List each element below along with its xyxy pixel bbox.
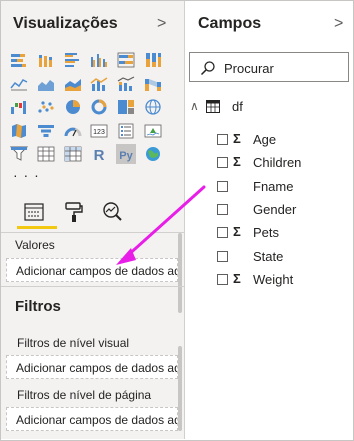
field-name: Weight bbox=[253, 272, 294, 287]
field-checkbox[interactable] bbox=[217, 274, 228, 285]
scatter-chart-icon[interactable] bbox=[36, 97, 57, 117]
values-drop-zone[interactable]: Adicionar campos de dados aqui bbox=[6, 258, 178, 282]
gauge-icon[interactable] bbox=[62, 121, 83, 141]
chevron-right-icon[interactable]: > bbox=[334, 15, 343, 33]
line-and-column-chart-icon[interactable] bbox=[89, 74, 110, 94]
sigma-icon: Σ bbox=[233, 271, 241, 286]
more-visuals-button[interactable]: · · · bbox=[13, 167, 40, 183]
page-filters-label: Filtros de nível de página bbox=[17, 388, 152, 402]
format-tab[interactable] bbox=[61, 199, 87, 225]
fields-well-icon bbox=[24, 203, 44, 221]
100-stacked-bar-chart-icon[interactable] bbox=[116, 50, 137, 70]
sigma-icon: Σ bbox=[233, 224, 241, 239]
field-checkbox[interactable] bbox=[217, 181, 228, 192]
field-name: Pets bbox=[253, 225, 280, 240]
page-filters-drop-zone[interactable]: Adicionar campos de dados aqui bbox=[6, 407, 178, 431]
field-row[interactable]: Fname bbox=[186, 177, 346, 197]
donut-chart-icon[interactable] bbox=[89, 97, 110, 117]
line-chart-icon[interactable] bbox=[9, 74, 30, 94]
fields-tab[interactable] bbox=[21, 199, 47, 225]
clustered-bar-chart-icon[interactable] bbox=[62, 50, 83, 70]
clustered-column-chart-icon[interactable] bbox=[89, 50, 110, 70]
line-and-stacked-column-chart-icon[interactable] bbox=[116, 74, 137, 94]
kpi-icon[interactable] bbox=[142, 121, 163, 141]
analytics-tab[interactable] bbox=[99, 199, 125, 225]
filled-map-icon[interactable] bbox=[9, 121, 30, 141]
multi-row-card-icon[interactable] bbox=[116, 121, 137, 141]
selected-tab-indicator bbox=[17, 226, 57, 229]
field-checkbox[interactable] bbox=[217, 251, 228, 262]
stacked-area-chart-icon[interactable] bbox=[62, 74, 83, 94]
table-visual-icon[interactable] bbox=[36, 144, 57, 164]
arcgis-map-icon[interactable] bbox=[142, 144, 163, 164]
field-row[interactable]: Σ Age bbox=[186, 130, 346, 150]
field-checkbox[interactable] bbox=[217, 227, 228, 238]
search-input[interactable] bbox=[224, 59, 342, 77]
svg-text:Py: Py bbox=[119, 150, 133, 162]
scrollbar[interactable] bbox=[178, 346, 182, 431]
visualizations-pane: Visualizações > 123 R Py · · · Valores A… bbox=[1, 1, 185, 439]
chevron-right-icon[interactable]: > bbox=[157, 15, 166, 33]
stacked-bar-chart-icon[interactable] bbox=[9, 50, 30, 70]
scrollbar[interactable] bbox=[178, 233, 182, 313]
field-name: Gender bbox=[253, 202, 297, 217]
search-icon bbox=[200, 61, 215, 76]
sigma-icon: Σ bbox=[233, 131, 241, 146]
ribbon-chart-icon[interactable] bbox=[142, 74, 163, 94]
tabs-divider bbox=[1, 232, 184, 233]
pie-chart-icon[interactable] bbox=[62, 97, 83, 117]
waterfall-chart-icon[interactable] bbox=[9, 97, 30, 117]
r-visual-icon[interactable]: R bbox=[89, 144, 110, 164]
matrix-icon[interactable] bbox=[62, 144, 83, 164]
visual-gallery-row: 123 bbox=[9, 121, 169, 145]
field-row[interactable]: Σ Weight bbox=[186, 270, 346, 290]
table-name: df bbox=[232, 99, 243, 114]
slicer-icon[interactable] bbox=[9, 144, 30, 164]
paint-roller-icon bbox=[65, 202, 83, 222]
fields-title: Campos bbox=[198, 15, 262, 32]
map-icon[interactable] bbox=[142, 97, 163, 117]
python-visual-icon[interactable]: Py bbox=[115, 144, 137, 164]
field-row[interactable]: Gender bbox=[186, 200, 346, 220]
section-divider bbox=[1, 286, 184, 287]
field-name: Fname bbox=[253, 179, 294, 194]
stacked-column-chart-icon[interactable] bbox=[36, 50, 57, 70]
field-name: Age bbox=[253, 132, 277, 147]
field-name: Children bbox=[253, 155, 302, 170]
visual-gallery: 123 R Py bbox=[9, 50, 169, 168]
field-row[interactable]: Σ Pets bbox=[186, 223, 346, 243]
treemap-icon[interactable] bbox=[116, 97, 137, 117]
pane-tabs bbox=[13, 199, 173, 231]
visual-gallery-row bbox=[9, 97, 169, 121]
area-chart-icon[interactable] bbox=[36, 74, 57, 94]
filters-title: Filtros bbox=[15, 298, 61, 315]
fields-pane: Campos > ∧ df Σ Age Σ Children Fname Gen… bbox=[186, 1, 353, 439]
field-checkbox[interactable] bbox=[217, 204, 228, 215]
svg-text:R: R bbox=[94, 147, 105, 162]
field-name: State bbox=[253, 249, 284, 264]
field-row[interactable]: Σ Children bbox=[186, 153, 346, 173]
visual-filters-drop-zone[interactable]: Adicionar campos de dados aqui bbox=[6, 355, 178, 379]
analytics-magnifier-icon bbox=[103, 202, 122, 221]
visual-gallery-row bbox=[9, 50, 169, 74]
values-label: Valores bbox=[15, 238, 55, 252]
visual-gallery-row bbox=[9, 74, 169, 98]
search-box[interactable] bbox=[189, 52, 349, 82]
table-icon bbox=[206, 100, 220, 113]
card-icon[interactable]: 123 bbox=[89, 121, 110, 141]
field-checkbox[interactable] bbox=[217, 134, 228, 145]
chevron-up-icon[interactable]: ∧ bbox=[190, 99, 199, 113]
sigma-icon: Σ bbox=[233, 154, 241, 169]
svg-text:123: 123 bbox=[94, 129, 106, 136]
field-checkbox[interactable] bbox=[217, 157, 228, 168]
table-df[interactable]: ∧ df bbox=[186, 97, 346, 117]
visual-gallery-row: R Py bbox=[9, 144, 169, 168]
visual-filters-label: Filtros de nível visual bbox=[17, 336, 130, 350]
field-row[interactable]: State bbox=[186, 247, 346, 267]
visualizations-title: Visualizações bbox=[13, 15, 118, 32]
funnel-icon[interactable] bbox=[36, 121, 57, 141]
100-stacked-column-chart-icon[interactable] bbox=[142, 50, 163, 70]
